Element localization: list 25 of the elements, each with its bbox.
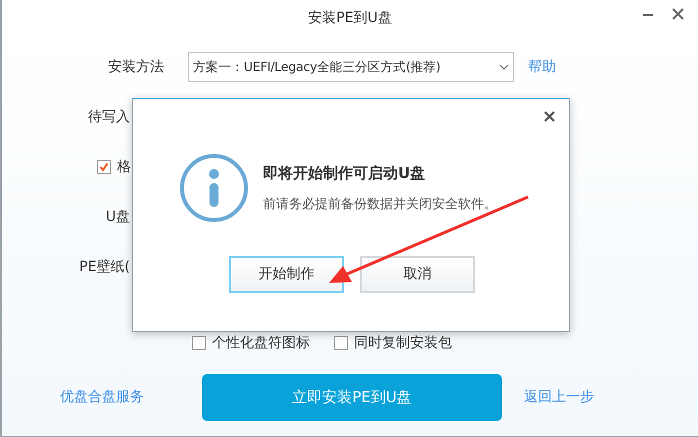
install-method-select[interactable]: 方案一：UEFI/Legacy全能三分区方式(推荐) xyxy=(188,52,514,82)
option-label: 同时复制安装包 xyxy=(354,334,452,352)
checkbox[interactable] xyxy=(334,336,348,350)
checkbox[interactable] xyxy=(192,336,206,350)
dialog-button[interactable]: 开始制作 xyxy=(229,256,344,293)
option-label: 个性化盘符图标 xyxy=(212,334,310,352)
format-label: 格 xyxy=(117,158,131,176)
window-title: 安装PE到U盘 xyxy=(308,8,392,28)
checkmark-icon xyxy=(99,162,109,172)
merge-service-link[interactable]: 优盘合盘服务 xyxy=(2,387,202,408)
field-label: U盘 xyxy=(106,208,130,226)
help-link[interactable]: 帮助 xyxy=(528,56,556,78)
close-icon[interactable] xyxy=(672,8,684,20)
field-label: 待写入 xyxy=(88,108,130,126)
install-button[interactable]: 立即安装PE到U盘 xyxy=(202,374,502,421)
info-icon xyxy=(179,153,249,223)
dialog-title: 即将开始制作可启动U盘 xyxy=(263,163,426,184)
chevron-down-icon xyxy=(499,64,509,70)
install-method-label: 安装方法 xyxy=(107,58,164,76)
dialog-message: 前请务必提前备份数据并关闭安全软件。 xyxy=(263,196,497,214)
dialog-button[interactable]: 取消 xyxy=(360,256,475,293)
checkbox[interactable] xyxy=(97,160,111,174)
close-icon[interactable] xyxy=(544,111,555,122)
back-link[interactable]: 返回上一步 xyxy=(524,387,594,408)
field-label: PE壁纸( xyxy=(79,258,130,276)
